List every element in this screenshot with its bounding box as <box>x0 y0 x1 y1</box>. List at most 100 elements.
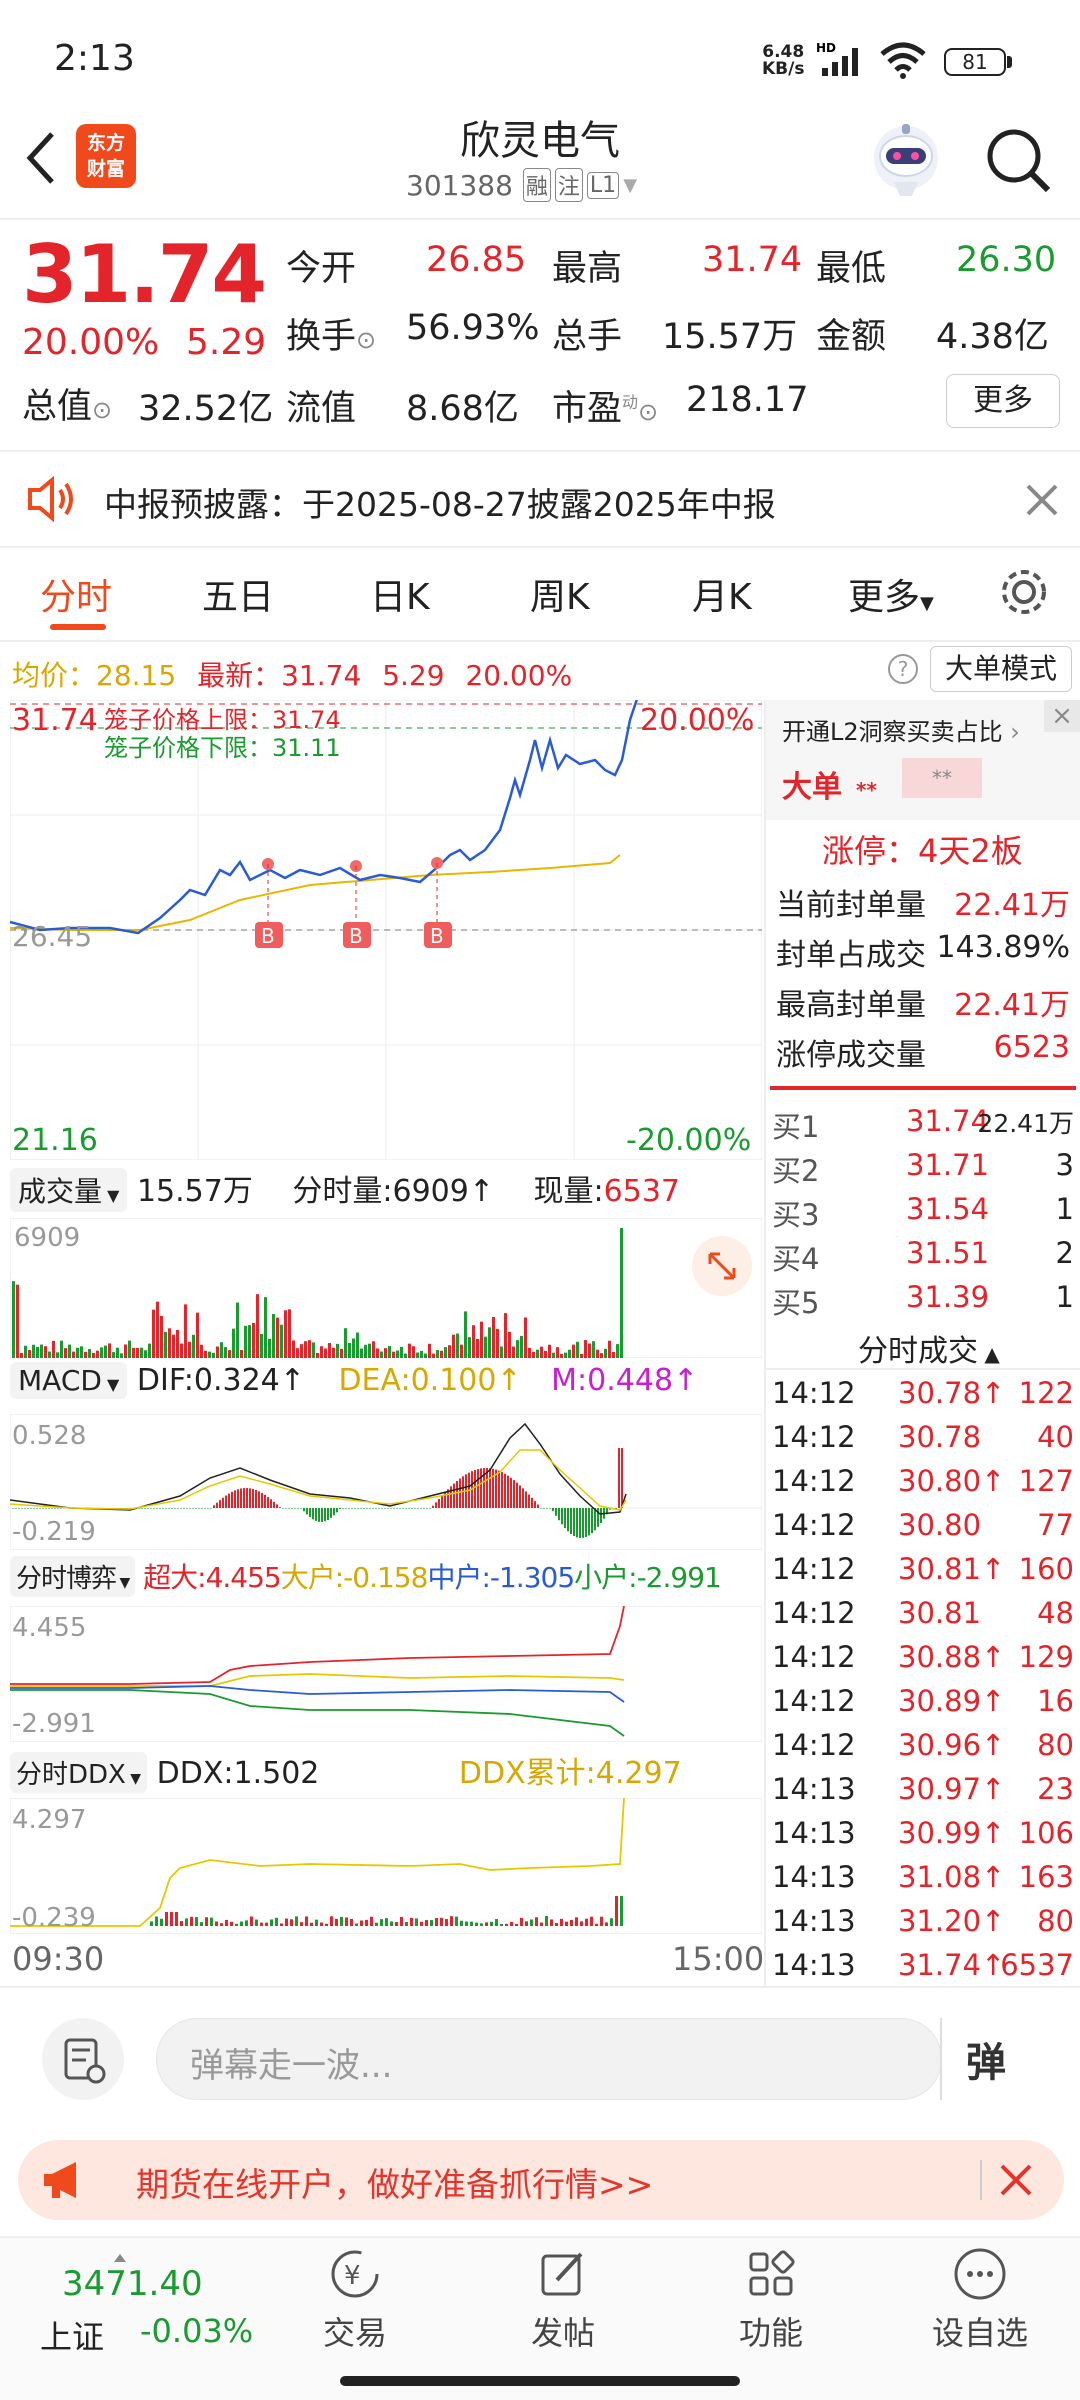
volume-bar <box>208 1351 211 1358</box>
volume-bar <box>28 1350 31 1358</box>
volume-bar <box>260 1333 263 1358</box>
side-close-icon[interactable]: × <box>1044 700 1080 732</box>
more-button[interactable]: 更多 <box>946 374 1060 428</box>
turnover-label[interactable]: 换手⊙ <box>286 308 376 359</box>
volume-bar <box>204 1350 207 1358</box>
stock-code-row[interactable]: 301388 融 注 L1 ▼ <box>406 168 637 202</box>
macd-bar <box>150 1508 152 1509</box>
bid-price: 31.54 <box>906 1192 990 1226</box>
volume-bar <box>448 1345 451 1358</box>
gear-icon[interactable] <box>996 564 1052 629</box>
volume-bar <box>404 1353 407 1358</box>
help-icon[interactable]: ? <box>888 654 918 684</box>
volume-bar <box>52 1340 55 1358</box>
stock-code: 301388 <box>406 168 513 202</box>
nav-trade[interactable]: ¥ 交易 <box>300 2244 410 2374</box>
nav-post[interactable]: 发帖 <box>508 2244 618 2374</box>
volume-bar <box>484 1336 487 1358</box>
volume-bar <box>372 1341 375 1358</box>
ddx-bar <box>275 1917 278 1926</box>
ddx-chart[interactable]: 4.297 -0.239 <box>10 1798 762 1934</box>
danmu-toggle-button[interactable]: 弹 <box>966 2030 1006 2088</box>
ddx-selector[interactable]: 分时DDX ▼ <box>10 1752 148 1793</box>
trade-time: 14:12 <box>772 1420 856 1454</box>
macd-bar <box>324 1508 326 1522</box>
ddx-bar <box>460 1920 463 1926</box>
robot-avatar-icon[interactable] <box>866 120 946 204</box>
macd-bar <box>546 1508 548 1509</box>
search-icon[interactable] <box>984 126 1054 200</box>
volume-bar <box>428 1343 431 1358</box>
macd-bar <box>51 1508 53 1509</box>
volume-bar <box>124 1344 127 1358</box>
macd-chart[interactable]: 0.528 -0.219 <box>10 1414 762 1550</box>
trades-title[interactable]: 分时成交 ▲ <box>858 1326 1000 1370</box>
nav-functions[interactable]: 功能 <box>716 2244 826 2374</box>
macd-bar <box>369 1508 371 1509</box>
game-header: 分时博弈 ▼ 超大:4.455大户:-0.158中户:-1.305小户:-2.9… <box>10 1556 762 1606</box>
ddx-bar <box>210 1917 213 1926</box>
tab-week-k[interactable]: 周K <box>530 568 590 620</box>
volume-bar <box>528 1347 531 1358</box>
notice-text[interactable]: 中报预披露：于2025-08-27披露2025年中报 <box>104 478 776 526</box>
trade-time: 14:12 <box>772 1596 856 1630</box>
tab-more[interactable]: 更多▼ <box>848 568 934 620</box>
ddx-bar <box>265 1922 268 1926</box>
volume-bar <box>148 1343 151 1358</box>
ddx-bar <box>385 1918 388 1926</box>
pe-value: 218.17 <box>686 380 809 420</box>
volume-selector[interactable]: 成交量 ▼ <box>10 1168 128 1212</box>
volume-bar <box>368 1343 371 1358</box>
index-widget[interactable]: 3471.40 上证 -0.03% <box>40 2254 260 2364</box>
volume-bar <box>604 1348 607 1358</box>
nav-watchlist[interactable]: 设自选 <box>920 2244 1040 2374</box>
macd-bar <box>477 1469 479 1508</box>
macd-selector[interactable]: MACD ▼ <box>10 1362 128 1399</box>
home-indicator[interactable] <box>340 2376 740 2386</box>
volume-bar <box>188 1341 191 1358</box>
macd-bar <box>231 1491 233 1508</box>
price-chart[interactable]: B B B 31.74 20.00% 笼子价格上限：31.74 笼子价格下限：3… <box>10 700 762 1160</box>
pe-label[interactable]: 市盈动⊙ <box>552 380 658 431</box>
app-logo[interactable]: 东方 财富 <box>76 124 136 188</box>
open-l2-link[interactable]: 开通L2洞察买卖占比 › <box>782 712 1020 747</box>
macd-bar <box>420 1508 422 1509</box>
tab-intraday[interactable]: 分时 <box>40 568 112 620</box>
tab-day-k[interactable]: 日K <box>370 568 430 620</box>
tab-month-k[interactable]: 月K <box>692 568 752 620</box>
ddx-bar <box>280 1923 283 1926</box>
info-icon: ⊙ <box>356 326 377 354</box>
ddx-bar <box>325 1923 328 1926</box>
battery-icon: 81 <box>944 48 1006 76</box>
macd-bar <box>156 1508 158 1509</box>
macd-bar <box>549 1508 551 1509</box>
back-icon[interactable] <box>22 128 62 192</box>
ddx-bar <box>190 1916 193 1926</box>
game-selector[interactable]: 分时博弈 ▼ <box>10 1556 136 1597</box>
game-chart[interactable]: 4.455 -2.991 <box>10 1606 762 1742</box>
big-order-mode-button[interactable]: 大单模式 <box>930 646 1072 692</box>
tab-five-day[interactable]: 五日 <box>202 568 274 620</box>
macd-bar <box>234 1490 236 1508</box>
ddx-bar <box>360 1920 363 1926</box>
trade-price: 30.80↑ <box>898 1464 1006 1498</box>
macd-bar <box>570 1508 572 1534</box>
volume-bar <box>616 1344 619 1358</box>
danmu-list-icon[interactable] <box>42 2018 124 2100</box>
trade-time: 14:12 <box>772 1684 856 1718</box>
ddx-bar <box>295 1916 298 1926</box>
macd-bar <box>456 1480 458 1508</box>
macd-bar <box>159 1508 161 1509</box>
volume-bar <box>184 1304 187 1358</box>
volume-chart[interactable]: 6909 <box>10 1218 762 1358</box>
ddx-bar <box>260 1922 263 1926</box>
mktcap-label[interactable]: 总值⊙ <box>22 378 112 429</box>
ad-close-icon[interactable] <box>998 2162 1034 2202</box>
close-icon[interactable] <box>1022 480 1062 524</box>
ddx-bar <box>195 1917 198 1926</box>
macd-bar <box>24 1508 26 1509</box>
chart-info-line: 均价：28.15 最新：31.74 5.29 20.00% <box>12 659 573 692</box>
cage-upper-label: 笼子价格上限：31.74 <box>104 706 341 734</box>
ddx-bar <box>445 1919 448 1926</box>
svg-text:HD: HD <box>816 41 836 55</box>
